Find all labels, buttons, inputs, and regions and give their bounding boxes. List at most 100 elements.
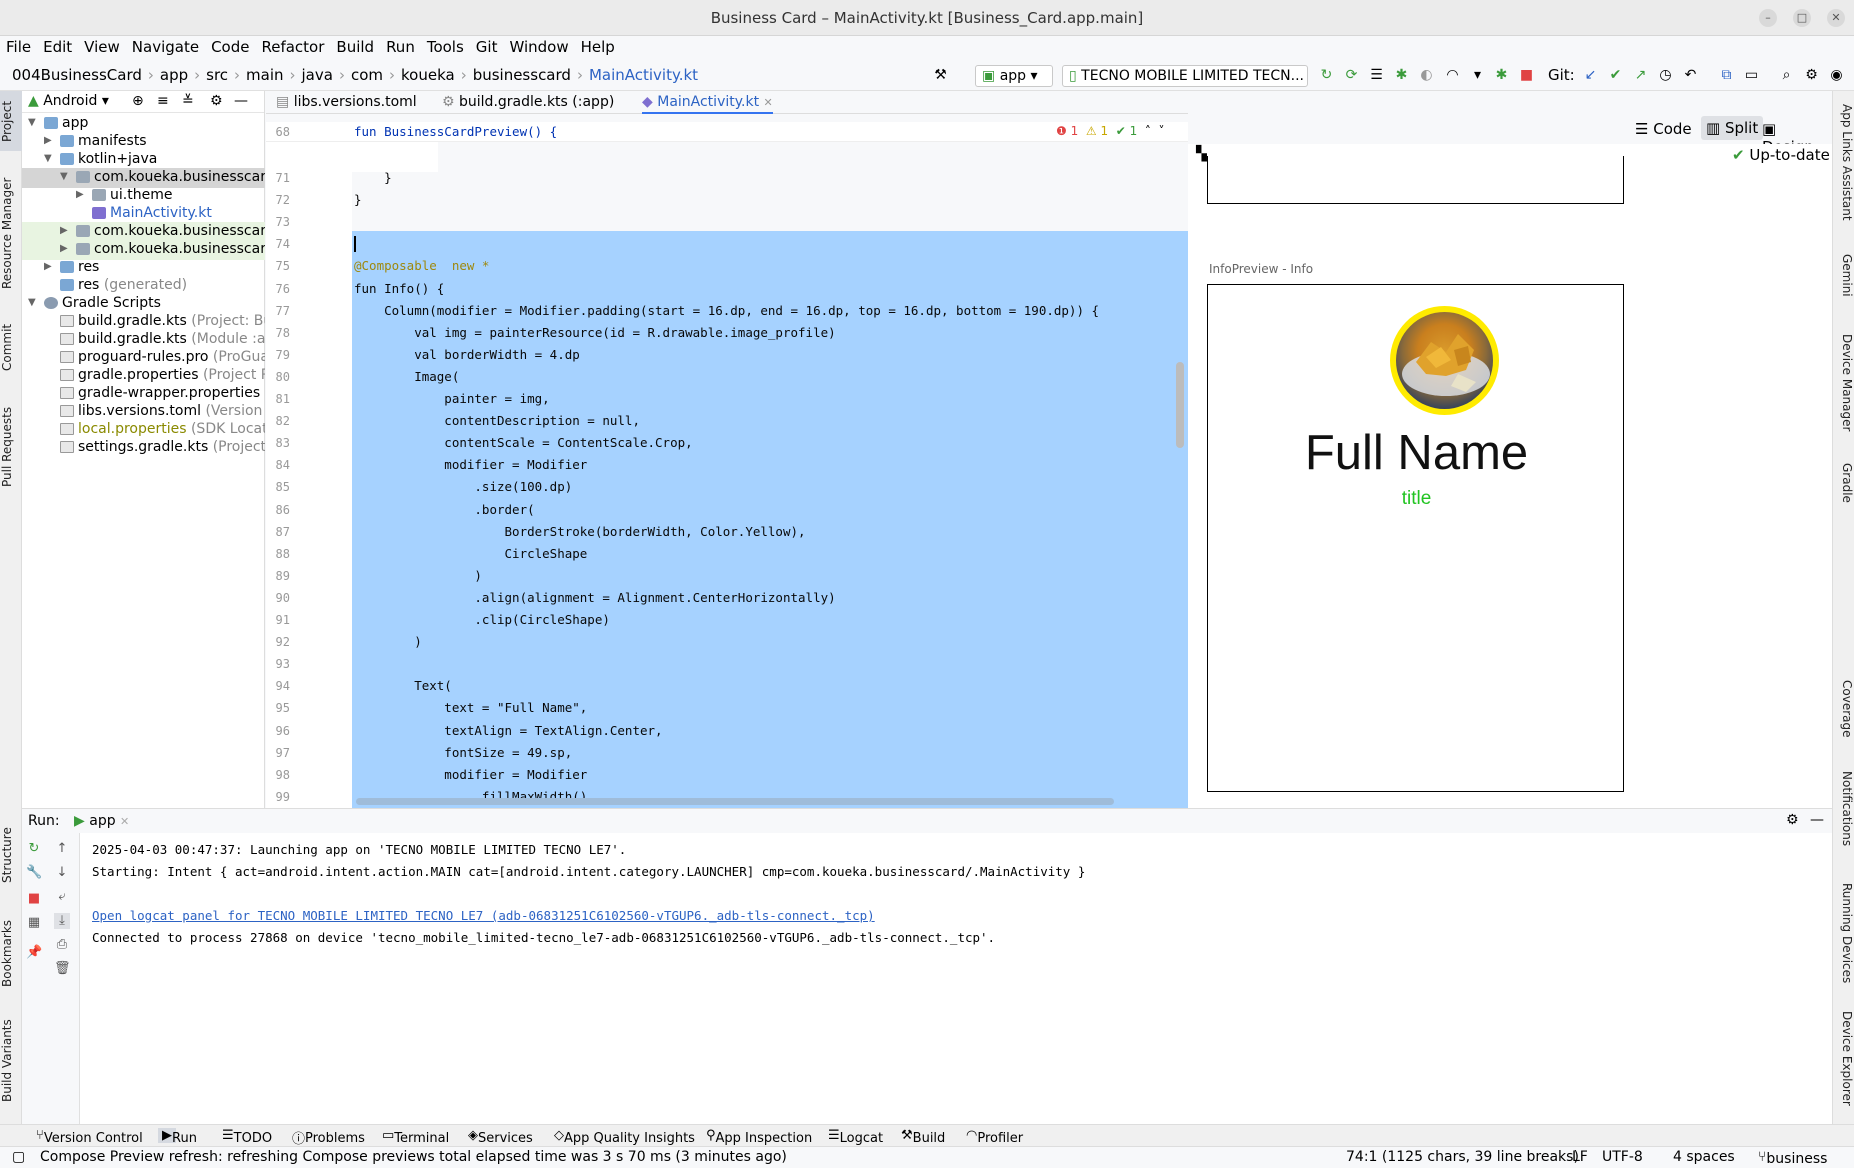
code-line[interactable]: .size(100.dp) <box>354 476 572 498</box>
git-push-icon[interactable]: ↗ <box>1632 67 1649 84</box>
editor-horizontal-scrollbar[interactable] <box>356 798 1114 805</box>
collapse-all-icon[interactable]: ≚ <box>182 93 194 109</box>
tree-item-package-test[interactable]: ▶ com.koueka.businesscard <box>22 222 265 242</box>
wrench-icon[interactable]: 🔧 <box>26 865 42 881</box>
rollback-icon[interactable]: ↶ <box>1682 67 1699 84</box>
menu-navigate[interactable]: Navigate <box>126 36 205 56</box>
menu-help[interactable]: Help <box>575 36 621 56</box>
code-line[interactable]: modifier = Modifier <box>354 454 587 476</box>
code-line[interactable]: fontSize = 49.sp, <box>354 742 572 764</box>
hide-panel-icon[interactable]: — <box>234 93 248 109</box>
layout-icon[interactable]: ▚ <box>1196 146 1207 162</box>
tree-item-file[interactable]: libs.versions.toml (Version C <box>22 402 265 422</box>
stop-icon[interactable]: ■ <box>1518 67 1535 84</box>
tool-tab-coverage[interactable]: Coverage <box>1832 669 1854 749</box>
tool-tab-resource-manager[interactable]: Resource Manager <box>0 173 22 293</box>
menu-file[interactable]: File <box>0 36 37 56</box>
inspection-widget[interactable]: ❶ 1 ⚠ 1 ✔ 1 ˄ ˅ <box>1056 124 1165 138</box>
maximize-icon[interactable]: □ <box>1793 9 1811 27</box>
breadcrumb-item[interactable]: 004BusinessCard <box>12 66 142 84</box>
menu-edit[interactable]: Edit <box>37 36 78 56</box>
project-view-select[interactable]: Android <box>43 93 97 109</box>
pin-icon[interactable]: 📌 <box>26 945 42 961</box>
breadcrumb-item[interactable]: main <box>246 66 283 84</box>
close-tab-icon[interactable]: ✕ <box>764 96 773 109</box>
tree-item-ui-theme[interactable]: ▶ ui.theme <box>22 186 265 206</box>
tree-item-file[interactable]: gradle.properties (Project P <box>22 366 265 386</box>
tool-version-control[interactable]: ⑂ Version Control <box>36 1128 143 1146</box>
code-line[interactable]: ) <box>354 631 422 653</box>
indent-setting[interactable]: 4 spaces <box>1673 1149 1735 1165</box>
history-icon[interactable]: ◷ <box>1657 67 1674 84</box>
menu-tools[interactable]: Tools <box>421 36 470 56</box>
hammer-icon[interactable]: ⚒ <box>932 67 949 84</box>
editor-vertical-scrollbar[interactable] <box>1176 362 1184 448</box>
breadcrumb-item[interactable]: businesscard <box>473 66 571 84</box>
list-icon[interactable]: ☰ <box>1368 67 1385 84</box>
rerun-icon[interactable]: ↻ <box>26 841 42 857</box>
menu-window[interactable]: Window <box>503 36 574 56</box>
breadcrumb-item[interactable]: com <box>351 66 383 84</box>
code-line[interactable]: textAlign = TextAlign.Center, <box>354 720 662 742</box>
code-line[interactable]: .border( <box>354 499 534 521</box>
git-update-icon[interactable]: ↙ <box>1582 67 1599 84</box>
code-line[interactable]: painter = img, <box>354 388 549 410</box>
caret-position[interactable]: 74:1 (1125 chars, 39 line breaks) <box>1346 1149 1579 1165</box>
file-encoding[interactable]: UTF-8 <box>1602 1149 1643 1165</box>
apply-changes-icon[interactable]: ⟳ <box>1343 67 1360 84</box>
code-line[interactable]: .clip(CircleShape) <box>354 609 609 631</box>
attach-debugger-icon[interactable]: ✱ <box>1493 67 1510 84</box>
minimize-icon[interactable]: – <box>1759 9 1777 27</box>
tree-item-file[interactable]: gradle-wrapper.properties <box>22 384 265 404</box>
locate-icon[interactable]: ⊕ <box>132 93 144 109</box>
tab-mainactivity[interactable]: ◆ MainActivity.kt ✕ <box>642 94 773 114</box>
tool-run[interactable]: ▶ Run <box>158 1128 197 1146</box>
code-line[interactable]: val img = painterResource(id = R.drawabl… <box>354 322 835 344</box>
settings-icon[interactable]: ⚙ <box>1803 67 1820 84</box>
device-select[interactable]: ▯ TECNO MOBILE LIMITED TECN... <box>1062 65 1308 87</box>
tool-tab-app-links-assistant[interactable]: App Links Assistant <box>1832 97 1854 227</box>
tree-item-kotlin-java[interactable]: ▼ kotlin+java <box>22 150 265 170</box>
tool-problems[interactable]: ⓘ Problems <box>292 1128 365 1147</box>
rerun-icon[interactable]: ↻ <box>1318 67 1335 84</box>
run-settings-icon[interactable]: ⚙ <box>1786 812 1799 828</box>
tree-item-gradle-scripts[interactable]: ▼ Gradle Scripts <box>22 294 265 314</box>
breadcrumb-item[interactable]: java <box>302 66 333 84</box>
code-line[interactable]: Column(modifier = Modifier.padding(start… <box>354 300 1099 322</box>
tool-build[interactable]: ⚒ Build <box>901 1128 945 1146</box>
code-line[interactable]: val borderWidth = 4.dp <box>354 344 580 366</box>
run-config-select[interactable]: ▣ app ▾ <box>975 65 1053 87</box>
git-commit-icon[interactable]: ✔ <box>1607 67 1624 84</box>
run-tab-app[interactable]: ▶ app ✕ <box>74 813 129 829</box>
code-line[interactable]: contentDescription = null, <box>354 410 640 432</box>
logcat-link[interactable]: Open logcat panel for TECNO MOBILE LIMIT… <box>92 905 1085 927</box>
code-mode-button[interactable]: ☰ Code <box>1635 120 1692 138</box>
tool-tab-bookmarks[interactable]: Bookmarks <box>0 913 22 993</box>
code-line[interactable]: text = "Full Name", <box>354 697 587 719</box>
run-hide-icon[interactable]: — <box>1810 812 1824 828</box>
preview-card-info[interactable]: Full Name title <box>1207 284 1624 792</box>
tool-tab-notifications[interactable]: Notifications <box>1832 759 1854 859</box>
tool-tab-structure[interactable]: Structure <box>0 818 22 893</box>
menu-build[interactable]: Build <box>330 36 380 56</box>
tree-item-res-generated[interactable]: res (generated) <box>22 276 265 296</box>
git-branch[interactable]: ⑂ business <box>1758 1149 1827 1167</box>
tree-item-package-androidtest[interactable]: ▶ com.koueka.businesscard <box>22 240 265 260</box>
tab-build-gradle[interactable]: ⚙ build.gradle.kts (:app) <box>442 94 614 110</box>
tree-item-res[interactable]: ▶ res <box>22 258 265 278</box>
status-toggle-icon[interactable]: ▢ <box>12 1149 25 1165</box>
tool-tab-pull-requests[interactable]: Pull Requests <box>0 397 22 497</box>
menu-code[interactable]: Code <box>205 36 255 56</box>
status-message[interactable]: Compose Preview refresh: refreshing Comp… <box>40 1149 787 1165</box>
close-icon[interactable]: ✕ <box>1827 9 1845 27</box>
tool-terminal[interactable]: ▭ Terminal <box>382 1128 449 1146</box>
code-line[interactable]: fun Info() { <box>354 278 444 300</box>
tree-item-package[interactable]: ▼ com.koueka.businesscard <box>22 168 265 188</box>
tree-item-file[interactable]: build.gradle.kts (Module :ap <box>22 330 265 350</box>
tool-logcat[interactable]: ☰ Logcat <box>828 1128 883 1146</box>
stop-icon[interactable]: ■ <box>26 891 42 907</box>
scroll-down-icon[interactable]: ↓ <box>54 865 70 881</box>
layout-icon[interactable]: ▦ <box>26 915 42 931</box>
tool-tab-build-variants[interactable]: Build Variants <box>0 1013 22 1108</box>
more-run-icon[interactable]: ▾ <box>1469 67 1486 84</box>
